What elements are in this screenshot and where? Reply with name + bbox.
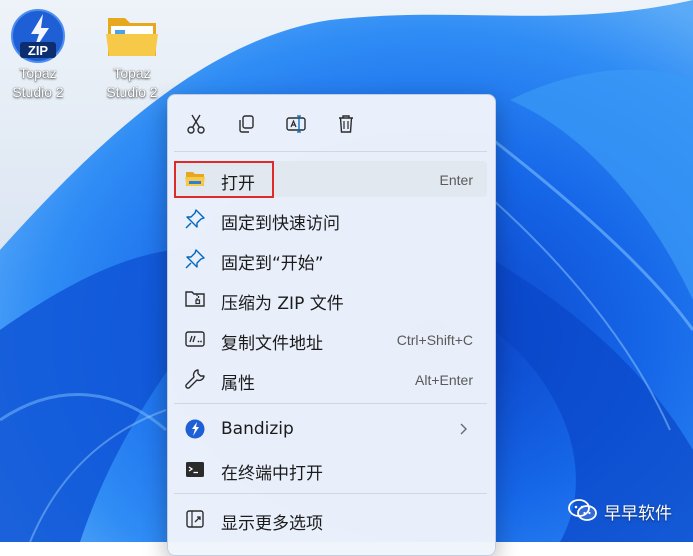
menu-item-label: 固定到快速访问 <box>221 214 340 234</box>
menu-item-label: 在终端中打开 <box>221 464 323 484</box>
menu-item-shortcut: Enter <box>439 172 473 188</box>
scissors-icon <box>187 114 205 134</box>
watermark-text: 早早软件 <box>604 503 672 524</box>
menu-item-show-more-options[interactable]: 显示更多选项 <box>174 501 487 537</box>
menu-item-copy-path[interactable]: 复制文件地址 Ctrl+Shift+C <box>174 321 487 357</box>
more-options-icon <box>184 508 206 530</box>
pin-icon <box>184 208 206 230</box>
menu-item-label: 显示更多选项 <box>221 514 323 534</box>
menu-item-label: Bandizip <box>221 419 294 439</box>
delete-button[interactable] <box>328 107 364 141</box>
menu-separator <box>174 493 487 494</box>
desktop-icon-label: Topaz Studio 2 <box>12 65 64 100</box>
menu-item-open[interactable]: 打开 Enter <box>174 161 487 197</box>
menu-item-pin-start[interactable]: 固定到“开始” <box>174 241 487 277</box>
copy-button[interactable] <box>228 107 264 141</box>
menu-item-properties[interactable]: 属性 Alt+Enter <box>174 361 487 397</box>
menu-item-label: 压缩为 ZIP 文件 <box>221 294 344 314</box>
trash-icon <box>339 115 353 133</box>
menu-item-label: 打开 <box>221 174 255 194</box>
folder-icon <box>184 168 206 190</box>
cut-button[interactable] <box>178 107 214 141</box>
copy-path-icon <box>184 328 206 350</box>
bandizip-icon <box>184 418 206 440</box>
menu-item-label: 复制文件地址 <box>221 334 323 354</box>
desktop-icon-topaz-zip[interactable]: ZIP Topaz Studio 2 <box>2 8 74 102</box>
menu-separator <box>174 403 487 404</box>
pin-icon <box>184 248 206 270</box>
zip-badge-text: ZIP <box>28 43 49 58</box>
terminal-icon <box>184 458 206 480</box>
menu-separator <box>174 151 487 152</box>
rename-button[interactable] <box>278 107 314 141</box>
wrench-icon <box>184 368 206 390</box>
menu-item-compress-zip[interactable]: 压缩为 ZIP 文件 <box>174 281 487 317</box>
desktop-icon-topaz-folder[interactable]: Topaz Studio 2 <box>96 8 168 102</box>
chevron-right-icon <box>459 421 469 440</box>
menu-item-label: 属性 <box>221 374 255 394</box>
menu-item-shortcut: Alt+Enter <box>415 372 473 388</box>
wechat-icon <box>568 499 597 521</box>
menu-item-pin-quick-access[interactable]: 固定到快速访问 <box>174 201 487 237</box>
copy-icon <box>239 115 254 133</box>
desktop-icon-label: Topaz Studio 2 <box>106 65 158 100</box>
menu-item-label: 固定到“开始” <box>221 254 324 274</box>
zip-archive-icon <box>184 288 206 310</box>
rename-icon <box>286 115 306 133</box>
folder-icon <box>106 18 158 56</box>
menu-item-open-terminal[interactable]: 在终端中打开 <box>174 451 487 487</box>
menu-item-bandizip[interactable]: Bandizip <box>174 411 487 447</box>
context-menu: 打开 Enter 固定到快速访问 固定到“开始” 压缩为 ZIP 文件 复制文件… <box>167 94 496 556</box>
zip-app-icon: ZIP <box>11 9 65 63</box>
menu-item-shortcut: Ctrl+Shift+C <box>396 332 473 348</box>
watermark: 早早软件 <box>568 498 672 524</box>
